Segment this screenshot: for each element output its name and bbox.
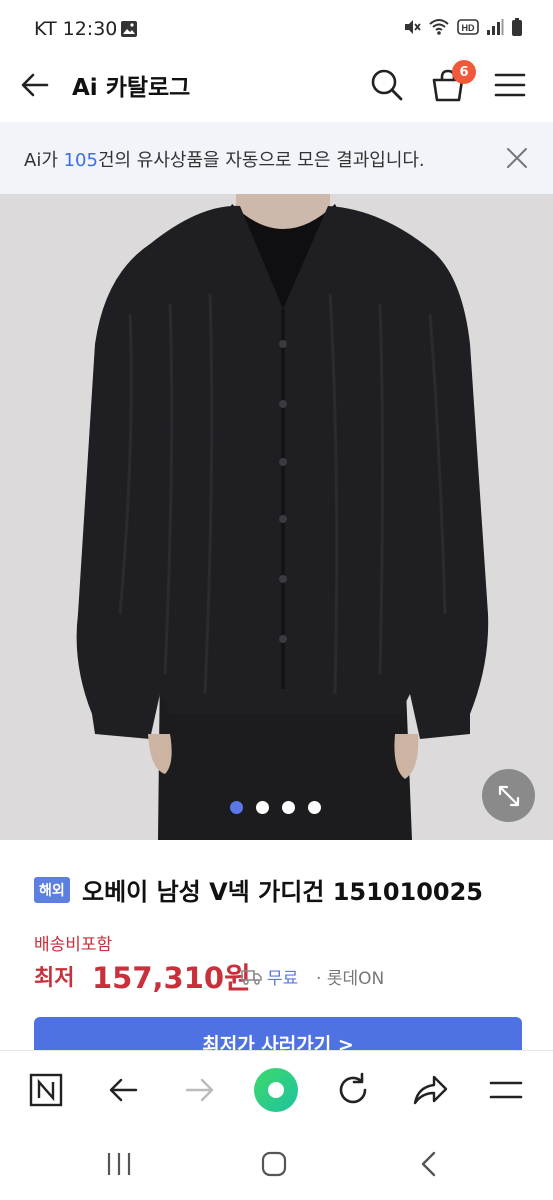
banner-count: 105 — [63, 150, 98, 171]
search-icon[interactable] — [370, 68, 404, 102]
product-price: 157,310원 — [92, 961, 251, 995]
product-name: 오베이 남성 V넥 가디건 151010025 — [82, 878, 484, 906]
close-icon[interactable] — [506, 147, 528, 169]
separator-dot: · — [316, 969, 322, 989]
recent-apps-icon[interactable] — [106, 1151, 132, 1177]
svg-text:HD: HD — [462, 23, 475, 33]
naver-home-icon[interactable] — [29, 1073, 63, 1107]
free-shipping-label: 무료 — [267, 969, 299, 989]
home-icon[interactable] — [261, 1151, 287, 1177]
wifi-icon — [428, 18, 450, 36]
carousel-dot[interactable] — [282, 801, 295, 814]
green-dot-icon[interactable] — [253, 1067, 299, 1113]
browser-toolbar — [0, 1050, 553, 1131]
banner-text: Ai가 105건의 유사상품을 자동으로 모은 결과입니다. — [24, 146, 425, 172]
menu-icon[interactable] — [489, 1078, 523, 1102]
banner-suffix: 건의 유사상품을 자동으로 모은 결과입니다. — [97, 150, 425, 171]
back-arrow-icon[interactable] — [20, 70, 50, 100]
hamburger-menu-icon[interactable] — [494, 72, 526, 98]
gallery-icon — [120, 20, 138, 38]
carousel-dot[interactable] — [308, 801, 321, 814]
lowest-label: 최저 — [34, 966, 75, 991]
product-image[interactable] — [0, 194, 553, 840]
expand-image-button[interactable] — [482, 769, 535, 822]
mute-icon — [403, 18, 421, 36]
shipping-included: 배송비포함 — [34, 935, 113, 955]
truck-icon — [241, 969, 263, 985]
share-icon[interactable] — [412, 1073, 448, 1107]
seller-label: 롯데ON — [326, 969, 385, 989]
system-nav-bar — [0, 1130, 553, 1200]
cart-count-badge: 6 — [452, 60, 476, 84]
status-bar: KT 12:30 HD — [0, 0, 553, 60]
status-time: KT 12:30 — [34, 18, 118, 40]
banner-prefix: Ai가 — [24, 150, 64, 171]
hd-icon: HD — [457, 19, 479, 35]
system-back-icon[interactable] — [418, 1150, 440, 1178]
seller-name: · 롯데ON — [316, 964, 384, 989]
free-shipping: 무료 — [241, 964, 298, 989]
carousel-dot[interactable] — [256, 801, 269, 814]
page-title: Ai 카탈로그 — [72, 75, 191, 101]
overseas-tag: 해외 — [34, 877, 70, 903]
status-icons: HD — [403, 18, 523, 36]
forward-icon[interactable] — [184, 1074, 216, 1106]
reload-icon[interactable] — [335, 1072, 371, 1108]
battery-icon — [511, 18, 523, 36]
signal-icon — [486, 19, 504, 35]
expand-icon — [498, 785, 519, 806]
carousel-dots — [230, 801, 321, 814]
back-icon[interactable] — [107, 1074, 139, 1106]
carousel-dot[interactable] — [230, 801, 243, 814]
